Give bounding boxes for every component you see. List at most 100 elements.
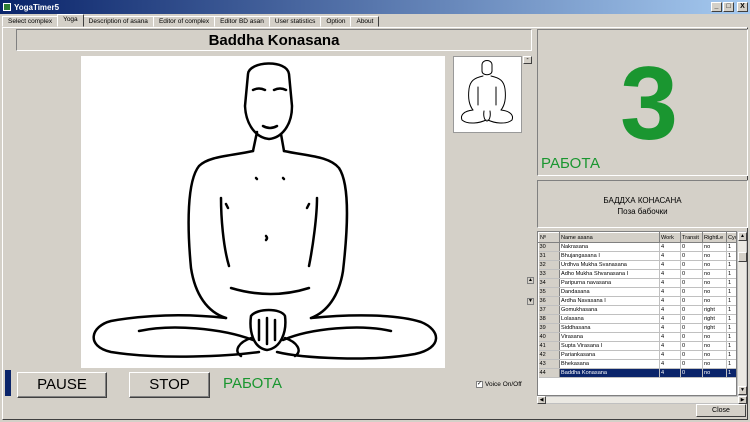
splitter-arrow-down[interactable]: ▼ [527,298,534,305]
table-cell: right [702,305,727,315]
table-cell: 0 [680,368,703,378]
asana-thumbnail [453,56,522,133]
minimize-button[interactable]: _ [711,2,722,12]
table-cell: 31 [538,251,560,261]
table-cell: 1 [726,341,736,351]
table-cell: Siddhasana [559,323,660,333]
table-cell: 1 [726,350,736,360]
close-window-button[interactable]: X [737,2,748,12]
table-cell: Baddha Konasana [559,368,660,378]
table-row[interactable]: 43 Bhekasana 4 0 no 1 [538,359,736,369]
asana-info-panel: БАДДХА КОНАСАНА Поза бабочки [537,180,748,228]
grid-column-header[interactable]: Name asana [559,232,660,243]
table-row[interactable]: 37 Gomukhasana 4 0 right 1 [538,305,736,315]
scroll-left-icon[interactable]: ◀ [537,396,546,404]
table-cell: 0 [680,269,703,279]
table-cell: 0 [680,242,703,252]
scroll-thumb[interactable] [738,252,747,262]
table-cell: 0 [680,251,703,261]
table-row[interactable]: 35 Dandasana 4 0 no 1 [538,287,736,297]
table-row[interactable]: 32 Urdhva Mukha Svanasana 4 0 no 1 [538,260,736,270]
table-cell: 1 [726,323,736,333]
table-cell: no [702,251,727,261]
scroll-right-icon[interactable]: ▶ [738,396,747,404]
table-cell: Pariankasana [559,350,660,360]
table-cell: 0 [680,350,703,360]
table-row[interactable]: 40 Virasana 4 0 no 1 [538,332,736,342]
scroll-up-icon[interactable]: ▲ [738,232,747,241]
tab-editor-of-complex[interactable]: Editor of complex [152,16,216,27]
table-cell: 43 [538,359,560,369]
table-cell: 1 [726,278,736,288]
grid-column-header[interactable]: Nº [538,232,560,243]
title-bar: YogaTimer5 _ □ X [0,0,750,14]
table-cell: 30 [538,242,560,252]
table-cell: 0 [680,332,703,342]
stop-button[interactable]: STOP [129,372,210,398]
table-cell: 0 [680,278,703,288]
table-cell: no [702,332,727,342]
status-label: РАБОТА [223,375,283,392]
grid-vertical-scrollbar[interactable]: ▲ ▼ [737,231,747,396]
tab-option[interactable]: Option [320,16,352,27]
countdown-value: 3 [620,46,678,162]
table-row[interactable]: 42 Pariankasana 4 0 no 1 [538,350,736,360]
table-cell: Bhekasana [559,359,660,369]
tab-about[interactable]: About [350,16,380,27]
table-row[interactable]: 33 Adho Mukha Shvanasana I 4 0 no 1 [538,269,736,279]
voice-checkbox[interactable]: ✓ [476,381,483,388]
grid-horizontal-scrollbar[interactable]: ◀ ▶ [537,396,747,404]
table-cell: no [702,242,727,252]
asana-grid[interactable]: Nº Name asana Work Transit RightLe Cyc 30 Nakr… [537,231,737,396]
table-row[interactable]: 44 Baddha Konasana 4 0 no 1 [538,368,736,378]
table-row[interactable]: 38 Lolasana 4 0 right 1 [538,314,736,324]
tab-select-complex[interactable]: Select complex [2,16,59,27]
table-cell: no [702,296,727,306]
table-cell: 33 [538,269,560,279]
table-cell: 4 [659,296,681,306]
grid-column-header[interactable]: RightLe [702,232,727,243]
table-cell: no [702,341,727,351]
table-cell: 1 [726,251,736,261]
table-cell: 0 [680,341,703,351]
table-cell: Dandasana [559,287,660,297]
table-cell: 1 [726,287,736,297]
tab-yoga[interactable]: Yoga [57,14,84,27]
table-cell: 0 [680,314,703,324]
close-button[interactable]: Close [696,404,746,417]
grid-column-header[interactable]: Transit [680,232,703,243]
table-row[interactable]: 41 Supta Virasana I 4 0 no 1 [538,341,736,351]
progress-marker [5,370,11,396]
voice-toggle[interactable]: ✓ Voice On/Off [476,381,522,388]
scroll-down-icon[interactable]: ▼ [738,386,747,395]
tab-user-statistics[interactable]: User statistics [268,16,322,27]
table-cell: no [702,269,727,279]
table-row[interactable]: 36 Ardha Navasana I 4 0 no 1 [538,296,736,306]
table-cell: Ardha Navasana I [559,296,660,306]
table-cell: right [702,314,727,324]
table-row[interactable]: 34 Paripurna navasana 4 0 no 1 [538,278,736,288]
table-row[interactable]: 30 Nakrasana 4 0 no 1 [538,242,736,252]
table-cell: 1 [726,269,736,279]
table-cell: 41 [538,341,560,351]
table-cell: 1 [726,314,736,324]
table-row[interactable]: 39 Siddhasana 4 0 right 1 [538,323,736,333]
tab-editor-bd-asan[interactable]: Editor BD asan [214,16,270,27]
table-cell: Paripurna navasana [559,278,660,288]
table-cell: 4 [659,260,681,270]
table-cell: no [702,287,727,297]
pause-button[interactable]: PAUSE [17,372,107,398]
table-cell: 40 [538,332,560,342]
zoom-out-button[interactable]: - [523,56,532,64]
voice-label: Voice On/Off [485,381,522,388]
table-cell: 1 [726,242,736,252]
grid-column-header[interactable]: Cyc [726,232,736,243]
tab-description-of-asana[interactable]: Description of asana [82,16,154,27]
table-cell: Nakrasana [559,242,660,252]
splitter-arrow-up[interactable]: ▲ [527,277,534,284]
asana-ru-name: БАДДХА КОНАСАНА [603,196,682,205]
grid-column-header[interactable]: Work [659,232,681,243]
maximize-button[interactable]: □ [723,2,734,12]
table-row[interactable]: 31 Bhujangasana I 4 0 no 1 [538,251,736,261]
counter-phase-label: РАБОТА [541,155,601,172]
